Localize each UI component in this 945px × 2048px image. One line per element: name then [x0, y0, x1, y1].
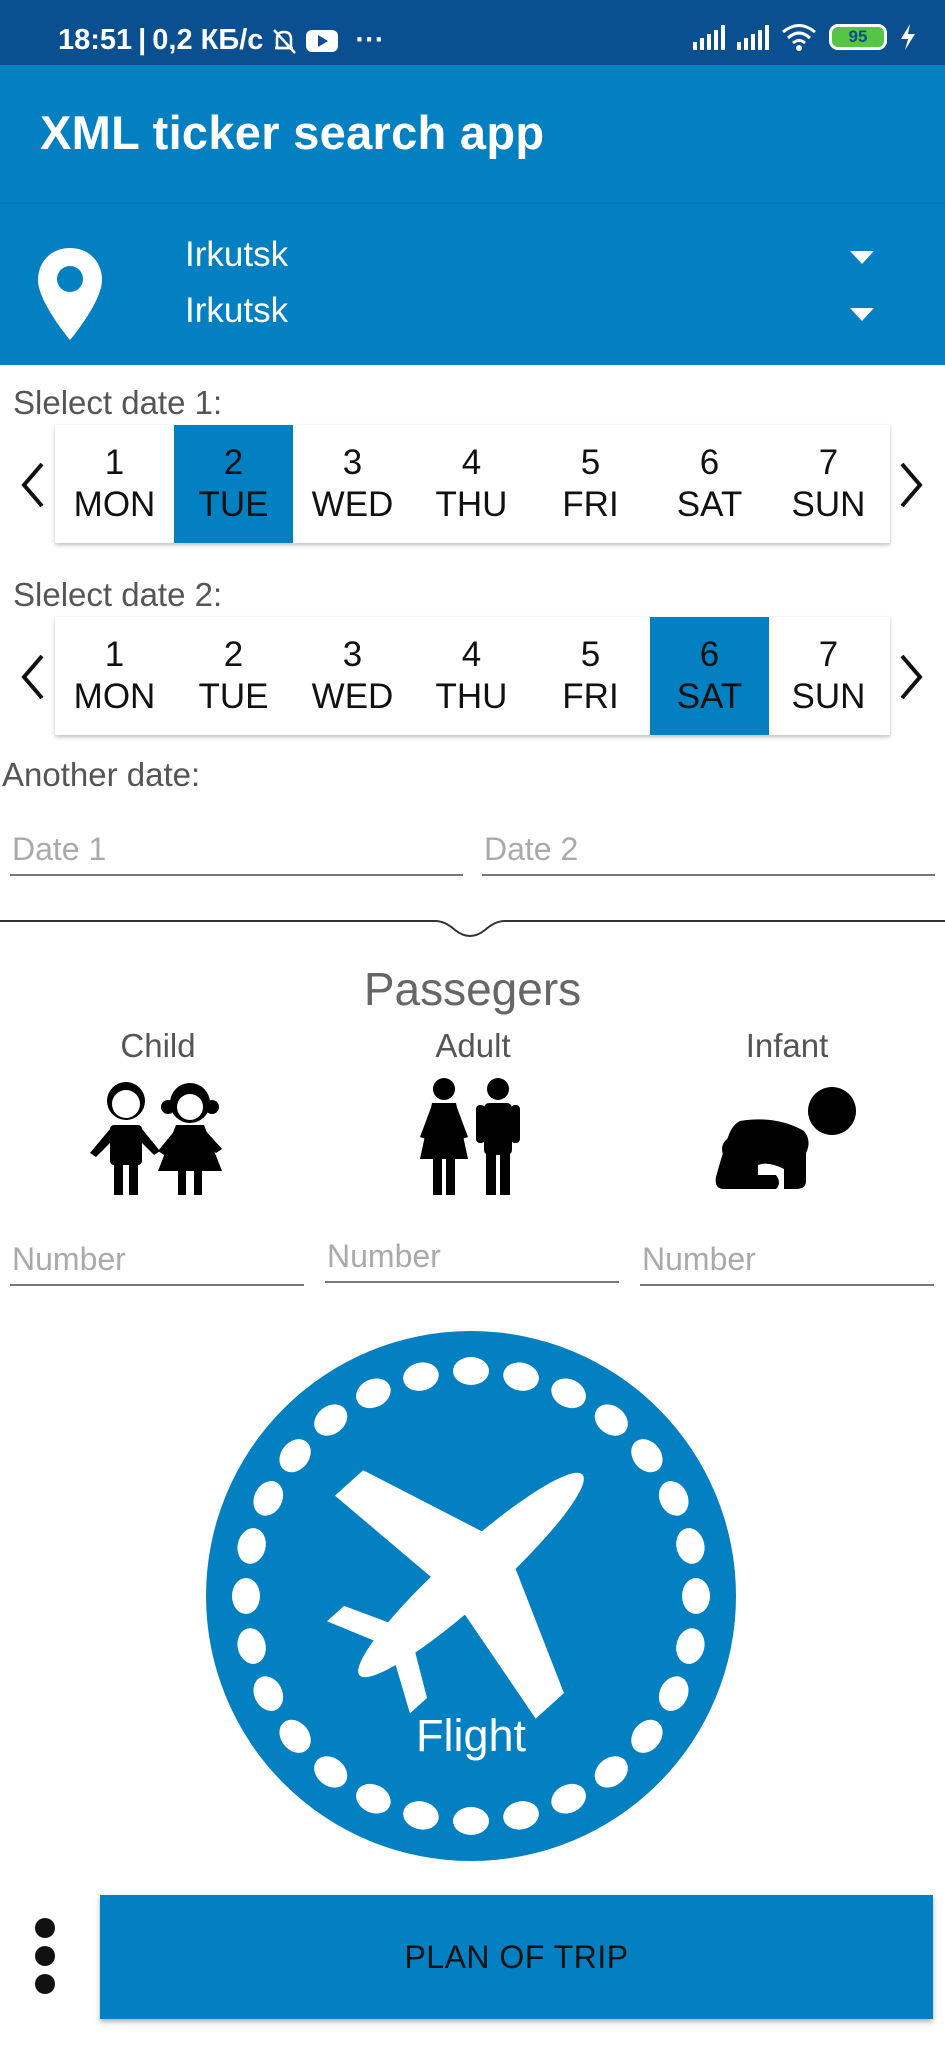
date1-day[interactable]: 6 SAT — [650, 425, 769, 543]
day-name: THU — [435, 485, 508, 524]
day-name: FRI — [562, 677, 619, 716]
adult-number-field[interactable]: Number — [325, 1213, 619, 1283]
mute-bell-icon — [273, 28, 297, 54]
day-name: SUN — [791, 677, 866, 716]
date2-placeholder: Date 2 — [484, 831, 579, 867]
day-name: WED — [311, 677, 394, 716]
infant-icon — [715, 1087, 856, 1189]
date-strip-1: 1 MON 2 TUE 3 WED 4 THU 5 FRI 6 SAT 7 SUN — [55, 425, 890, 543]
date2-day[interactable]: 2 TUE — [174, 617, 293, 735]
date1-day[interactable]: 3 WED — [293, 425, 412, 543]
day-name: FRI — [562, 485, 619, 524]
status-time: 18:51 — [58, 24, 133, 56]
adults-icon — [420, 1078, 520, 1195]
more-icon: ··· — [355, 24, 385, 56]
infant-number-field[interactable]: Number — [640, 1216, 934, 1286]
day-number: 2 — [223, 635, 244, 674]
date1-field[interactable]: Date 1 — [10, 806, 463, 876]
arrival-city-select[interactable]: Irkutsk — [185, 291, 288, 331]
date1-day[interactable]: 7 SUN — [769, 425, 888, 543]
day-number: 7 — [818, 635, 839, 674]
flight-button[interactable] — [205, 1330, 737, 1862]
adult-label: Adult — [435, 1027, 511, 1064]
date1-placeholder: Date 1 — [12, 831, 107, 867]
date1-label: Slelect date 1: — [13, 384, 223, 421]
day-number: 1 — [104, 443, 125, 482]
more-vert-icon[interactable] — [30, 1918, 60, 1998]
day-number: 1 — [104, 635, 125, 674]
status-bar: 18:51 | 0,2 КБ/с ··· 95 — [0, 0, 945, 65]
wifi-icon — [782, 24, 816, 51]
child-label: Child — [120, 1027, 196, 1064]
day-name: SUN — [791, 485, 866, 524]
day-name: WED — [311, 485, 394, 524]
chevron-down-icon[interactable] — [850, 308, 874, 321]
flight-label: Flight — [415, 1710, 527, 1761]
day-name: MON — [73, 677, 156, 716]
date-strip-2: 1 MON 2 TUE 3 WED 4 THU 5 FRI 6 SAT 7 SUN — [55, 617, 890, 735]
day-name: MON — [73, 485, 156, 524]
ring-dot — [232, 1578, 260, 1614]
chevron-left-icon[interactable] — [18, 460, 48, 510]
date2-label: Slelect date 2: — [13, 576, 223, 613]
signal-icon — [737, 24, 769, 50]
battery-icon: 95 — [829, 24, 887, 50]
date2-day[interactable]: 5 FRI — [531, 617, 650, 735]
day-number: 4 — [461, 635, 482, 674]
day-name: TUE — [198, 485, 269, 524]
ring-dot — [453, 1807, 489, 1835]
children-icon — [90, 1082, 222, 1195]
charging-bolt-icon — [901, 24, 915, 50]
network-speed: 0,2 КБ/с — [152, 24, 264, 56]
city-panel: Irkutsk Irkutsk — [0, 202, 945, 365]
ring-dot — [682, 1578, 710, 1614]
date1-day[interactable]: 1 MON — [55, 425, 174, 543]
chevron-right-icon[interactable] — [896, 652, 926, 702]
infant-label: Infant — [745, 1027, 829, 1064]
day-name: TUE — [198, 677, 269, 716]
day-number: 5 — [580, 443, 601, 482]
date1-day[interactable]: 5 FRI — [531, 425, 650, 543]
departure-city-select[interactable]: Irkutsk — [185, 235, 288, 275]
location-pin-icon — [38, 248, 102, 340]
day-number: 3 — [342, 443, 363, 482]
infant-number-placeholder: Number — [642, 1241, 756, 1277]
date2-day-selected[interactable]: 6 SAT — [650, 617, 769, 735]
youtube-icon — [306, 29, 339, 52]
day-number: 6 — [699, 635, 720, 674]
date2-field[interactable]: Date 2 — [482, 806, 935, 876]
adult-number-placeholder: Number — [327, 1238, 441, 1274]
day-number: 3 — [342, 635, 363, 674]
date2-day[interactable]: 3 WED — [293, 617, 412, 735]
day-number: 4 — [461, 443, 482, 482]
ring-dot — [453, 1357, 489, 1385]
chevron-right-icon[interactable] — [896, 460, 926, 510]
date2-day[interactable]: 7 SUN — [769, 617, 888, 735]
day-number: 7 — [818, 443, 839, 482]
child-number-field[interactable]: Number — [10, 1216, 304, 1286]
chevron-left-icon[interactable] — [18, 652, 48, 702]
day-name: THU — [435, 677, 508, 716]
passengers-title: Passegers — [363, 963, 582, 1015]
day-number: 6 — [699, 443, 720, 482]
day-name: SAT — [676, 677, 743, 716]
app-bar: XML ticker search app — [0, 65, 945, 202]
date1-day-selected[interactable]: 2 TUE — [174, 425, 293, 543]
day-name: SAT — [676, 485, 743, 524]
date2-day[interactable]: 4 THU — [412, 617, 531, 735]
date2-day[interactable]: 1 MON — [55, 617, 174, 735]
section-divider — [0, 920, 945, 937]
day-number: 5 — [580, 635, 601, 674]
app-title: XML ticker search app — [40, 106, 545, 159]
another-date-label: Another date: — [2, 756, 201, 793]
status-separator: | — [138, 24, 147, 56]
day-number: 2 — [223, 443, 244, 482]
child-number-placeholder: Number — [12, 1241, 126, 1277]
chevron-down-icon[interactable] — [850, 251, 874, 264]
plan-of-trip-button[interactable]: PLAN OF TRIP — [100, 1895, 933, 2019]
date1-day[interactable]: 4 THU — [412, 425, 531, 543]
signal-icon — [693, 24, 725, 50]
